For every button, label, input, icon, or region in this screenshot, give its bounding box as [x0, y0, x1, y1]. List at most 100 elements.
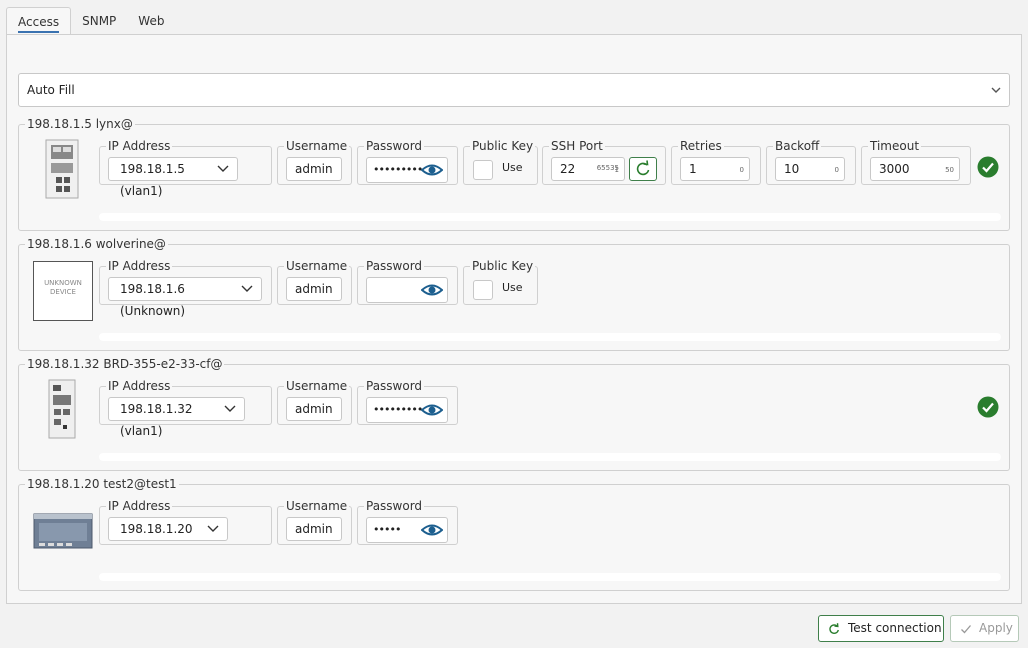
username-input[interactable]: admin [286, 277, 342, 301]
username-input[interactable]: admin [286, 157, 342, 181]
tab-web[interactable]: Web [127, 7, 175, 35]
refresh-icon [636, 160, 650, 176]
device-card: 198.18.1.5 lynx@ IP Address 198.18.1.5 (… [18, 117, 1010, 231]
password-group: Password ••••• [357, 499, 458, 545]
ip-address-select[interactable]: 198.18.1.32 (vlan1) [108, 397, 245, 438]
timeout-group: Timeout 3000 50 [861, 139, 971, 185]
device-card: 198.18.1.6 wolverine@ UNKNOWN DEVICE IP … [18, 237, 1010, 351]
device-image [33, 139, 93, 199]
ip-address-value: 198.18.1.5 (vlan1) [120, 162, 185, 198]
device-title: 198.18.1.32 BRD-355-e2-33-cf@ [27, 357, 223, 371]
ip-address-select[interactable]: 198.18.1.20 [108, 517, 228, 541]
check-circle-icon [977, 156, 999, 178]
username-label: Username [286, 259, 348, 273]
thumb-line: DEVICE [50, 288, 76, 296]
backoff-group: Backoff 10 0 [766, 139, 856, 185]
timeout-value: 3000 [879, 162, 910, 176]
username-input[interactable]: admin [286, 517, 342, 541]
use-label: Use [502, 281, 523, 294]
ip-address-label: IP Address [108, 499, 171, 513]
password-mask: ••••••••• [373, 163, 423, 176]
tab-snmp-label: SNMP [82, 14, 117, 28]
ip-address-group: IP Address 198.18.1.32 (vlan1) [99, 379, 272, 438]
connection-progress-bar [99, 333, 1001, 341]
chevron-down-icon [241, 278, 253, 307]
chevron-down-icon [217, 158, 229, 187]
use-label: Use [502, 161, 523, 174]
test-connection-button[interactable]: Test connection [818, 615, 944, 642]
refresh-button[interactable] [629, 157, 657, 181]
eye-icon[interactable] [421, 281, 443, 299]
public-key-label: Public Key [472, 259, 534, 273]
auto-fill-label: Auto Fill [27, 83, 75, 97]
eye-icon[interactable] [421, 161, 443, 179]
retries-input[interactable]: 1 0 [680, 157, 750, 181]
backoff-value: 10 [784, 162, 800, 176]
refresh-icon [829, 623, 839, 634]
retries-value: 1 [689, 162, 697, 176]
ssh-port-max: 65535 [596, 164, 619, 172]
password-input[interactable]: ••••• [366, 517, 448, 543]
retries-min: 0 [739, 166, 744, 174]
password-input[interactable]: ••••••••• [366, 397, 448, 423]
username-label: Username [286, 499, 348, 513]
tab-access-label: Access [18, 15, 60, 33]
ssh-port-value: 22 [560, 162, 576, 176]
public-key-checkbox[interactable] [473, 280, 493, 300]
auto-fill-select[interactable]: Auto Fill [18, 73, 1010, 107]
password-label: Password [366, 379, 423, 393]
username-group: Username admin [277, 499, 352, 545]
thumb-line: UNKNOWN [44, 279, 82, 287]
ip-address-label: IP Address [108, 139, 171, 153]
public-key-checkbox[interactable] [473, 160, 493, 180]
backoff-min: 0 [834, 166, 839, 174]
backoff-input[interactable]: 10 0 [775, 157, 845, 181]
chevron-down-icon [207, 518, 219, 547]
username-label: Username [286, 139, 348, 153]
public-key-label: Public Key [472, 139, 534, 153]
password-label: Password [366, 259, 423, 273]
password-mask: ••••••••• [373, 403, 423, 416]
apply-button[interactable]: Apply [950, 615, 1019, 642]
public-key-group: Public Key Use [463, 139, 538, 185]
username-input[interactable]: admin [286, 397, 342, 421]
retries-group: Retries 1 0 [671, 139, 761, 185]
ip-address-label: IP Address [108, 259, 171, 273]
password-label: Password [366, 499, 423, 513]
device-card: 198.18.1.32 BRD-355-e2-33-cf@ IP Address… [18, 357, 1010, 471]
ip-address-group: IP Address 198.18.1.5 (vlan1) [99, 139, 272, 198]
password-label: Password [366, 139, 423, 153]
timeout-input[interactable]: 3000 50 [870, 157, 960, 181]
ip-address-select[interactable]: 198.18.1.5 (vlan1) [108, 157, 238, 198]
connection-progress-bar [99, 213, 1001, 221]
username-group: Username admin [277, 379, 352, 425]
check-circle-icon [977, 396, 999, 418]
device-title: 198.18.1.20 test2@test1 [27, 477, 177, 491]
device-title: 198.18.1.6 wolverine@ [27, 237, 166, 251]
tab-bar: Access SNMP Web [6, 7, 175, 36]
eye-icon[interactable] [421, 521, 443, 539]
ssh-port-label: SSH Port [551, 139, 603, 153]
connection-progress-bar [99, 453, 1001, 461]
ssh-port-input[interactable]: 22 1 65535 [551, 157, 625, 181]
ip-address-value: 198.18.1.32 (vlan1) [120, 402, 193, 438]
device-image [33, 379, 93, 439]
test-connection-label: Test connection [848, 621, 942, 635]
password-input[interactable]: ••••••••• [366, 157, 448, 183]
ssh-port-group: SSH Port 22 1 65535 [542, 139, 666, 185]
apply-label: Apply [979, 621, 1013, 635]
password-input[interactable] [366, 277, 448, 303]
tab-snmp[interactable]: SNMP [71, 7, 127, 35]
chevron-down-icon [224, 398, 236, 427]
timeout-min: 50 [945, 166, 954, 174]
ip-address-select[interactable]: 198.18.1.6 (Unknown) [108, 277, 262, 318]
check-icon [961, 625, 971, 634]
ip-address-group: IP Address 198.18.1.6 (Unknown) [99, 259, 272, 318]
ip-address-value: 198.18.1.20 [120, 522, 193, 536]
username-label: Username [286, 379, 348, 393]
unknown-device-image: UNKNOWN DEVICE [33, 261, 93, 321]
tab-web-label: Web [138, 14, 165, 28]
username-group: Username admin [277, 259, 352, 305]
tab-access[interactable]: Access [6, 7, 72, 36]
eye-icon[interactable] [421, 401, 443, 419]
